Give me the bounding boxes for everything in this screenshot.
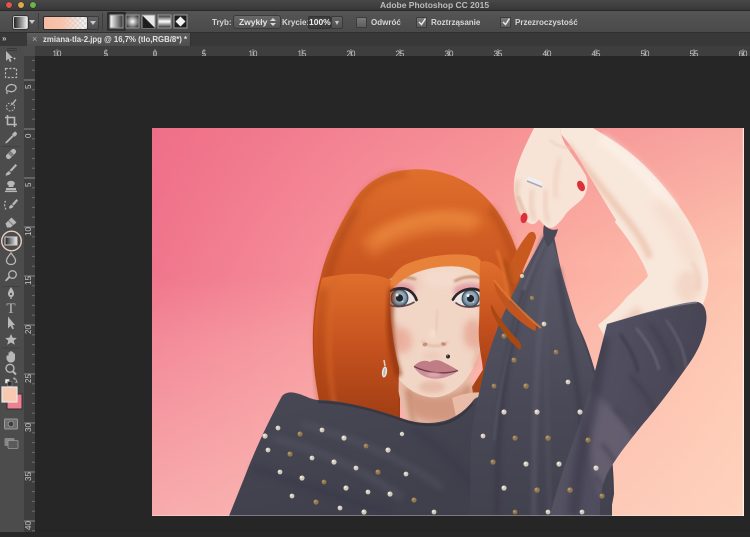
svg-text:25: 25 [24, 374, 33, 383]
svg-text:5: 5 [24, 84, 33, 89]
svg-text:15: 15 [24, 276, 33, 285]
svg-text:0: 0 [24, 133, 33, 138]
svg-text:20: 20 [24, 325, 33, 334]
svg-text:T: T [6, 301, 15, 317]
svg-text:40: 40 [24, 521, 33, 530]
svg-text:10: 10 [24, 227, 33, 236]
svg-text:30: 30 [24, 423, 33, 432]
svg-text:35: 35 [24, 472, 33, 481]
svg-text:5: 5 [24, 182, 33, 187]
